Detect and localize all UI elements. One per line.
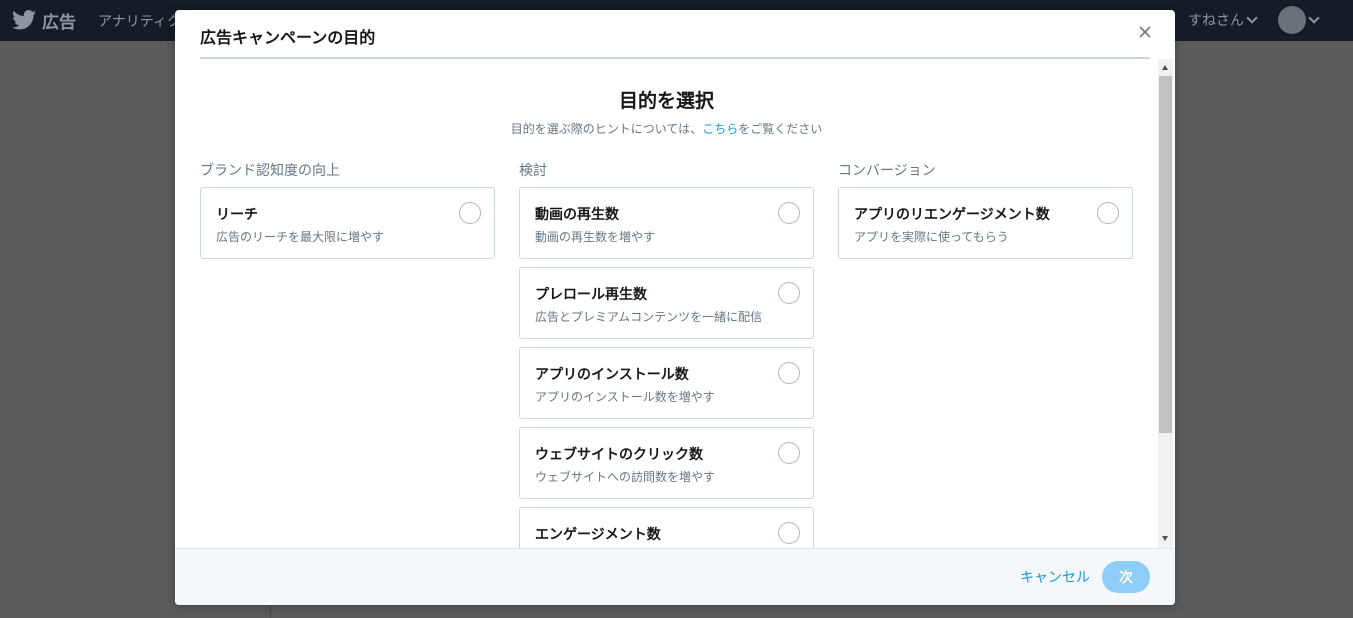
- brand-label: 広告: [42, 12, 76, 33]
- objective-radio[interactable]: [1097, 202, 1119, 224]
- objective-radio[interactable]: [778, 522, 800, 544]
- objective-title: エンゲージメント数: [535, 527, 661, 543]
- objective-description: 動画の再生数を増やす: [535, 230, 656, 244]
- objective-description: アプリを実際に使ってもらう: [854, 230, 1009, 244]
- background-divider: [270, 604, 271, 618]
- section-title: 目的を選択: [618, 90, 714, 112]
- scroll-down-arrow-icon[interactable]: [1162, 536, 1168, 541]
- next-button[interactable]: 次: [1102, 561, 1150, 593]
- dialog-body: 目的を選択 目的を選ぶ際のヒントについては、こちらをご覧ください ブランド認知度…: [175, 59, 1158, 548]
- cancel-button[interactable]: キャンセル: [1020, 567, 1090, 587]
- hint-text: 目的を選ぶ際のヒントについては、こちらをご覧ください: [175, 120, 1158, 137]
- objective-title: アプリのリエンゲージメント数: [854, 207, 1050, 223]
- twitter-bird-icon: [12, 10, 36, 30]
- close-button[interactable]: [1135, 22, 1155, 42]
- column-label-consideration: 検討: [519, 163, 547, 179]
- chevron-down-icon: [1246, 12, 1258, 24]
- objective-card-app-installs[interactable]: アプリのインストール数 アプリのインストール数を増やす: [519, 347, 814, 419]
- objective-title: 動画の再生数: [535, 207, 619, 223]
- objective-card-preroll-views[interactable]: プレロール再生数 広告とプレミアムコンテンツを一緒に配信: [519, 267, 814, 339]
- hint-suffix: をご覧ください: [738, 122, 823, 136]
- objective-radio[interactable]: [778, 362, 800, 384]
- objective-description: ウェブサイトへの訪問数を増やす: [535, 470, 716, 484]
- objective-radio[interactable]: [778, 442, 800, 464]
- objective-card-video-views[interactable]: 動画の再生数 動画の再生数を増やす: [519, 187, 814, 259]
- dialog-title: 広告キャンペーンの目的: [200, 28, 376, 47]
- objective-description: 広告とプレミアムコンテンツを一緒に配信: [535, 310, 763, 324]
- objective-title: リーチ: [216, 207, 258, 223]
- chevron-down-icon: [1308, 12, 1320, 24]
- objective-title: アプリのインストール数: [535, 367, 689, 383]
- objective-radio[interactable]: [778, 202, 800, 224]
- column-label-awareness: ブランド認知度の向上: [200, 163, 340, 179]
- objective-card-website-clicks[interactable]: ウェブサイトのクリック数 ウェブサイトへの訪問数を増やす: [519, 427, 814, 499]
- dialog-header: 広告キャンペーンの目的: [175, 10, 1175, 59]
- avatar: [1278, 6, 1306, 34]
- objective-card-engagements[interactable]: エンゲージメント数: [519, 507, 814, 548]
- objective-radio[interactable]: [778, 282, 800, 304]
- objective-description: アプリのインストール数を増やす: [535, 390, 715, 404]
- column-label-conversion: コンバージョン: [838, 163, 936, 179]
- close-icon: [1139, 26, 1151, 38]
- objective-description: 広告のリーチを最大限に増やす: [216, 230, 385, 244]
- brand[interactable]: 広告: [12, 8, 76, 33]
- account-menu[interactable]: [1278, 6, 1320, 34]
- objective-radio[interactable]: [459, 202, 481, 224]
- user-menu[interactable]: すねさん: [1188, 10, 1258, 30]
- campaign-objective-dialog: 広告キャンペーンの目的 目的を選択 目的を選ぶ際のヒントについては、こちらをご覧…: [175, 10, 1175, 605]
- objective-card-app-reengagements[interactable]: アプリのリエンゲージメント数 アプリを実際に使ってもらう: [838, 187, 1133, 259]
- hint-link[interactable]: こちら: [702, 122, 738, 136]
- scroll-up-arrow-icon[interactable]: [1162, 65, 1168, 70]
- dialog-scrollbar[interactable]: [1158, 59, 1173, 548]
- scroll-thumb[interactable]: [1159, 76, 1172, 433]
- hint-prefix: 目的を選ぶ際のヒントについては、: [510, 122, 703, 136]
- objective-title: ウェブサイトのクリック数: [535, 447, 703, 463]
- user-name: すねさん: [1188, 13, 1244, 29]
- dialog-footer: キャンセル 次: [175, 548, 1175, 605]
- objective-title: プレロール再生数: [535, 287, 647, 303]
- objective-card-reach[interactable]: リーチ 広告のリーチを最大限に増やす: [200, 187, 495, 259]
